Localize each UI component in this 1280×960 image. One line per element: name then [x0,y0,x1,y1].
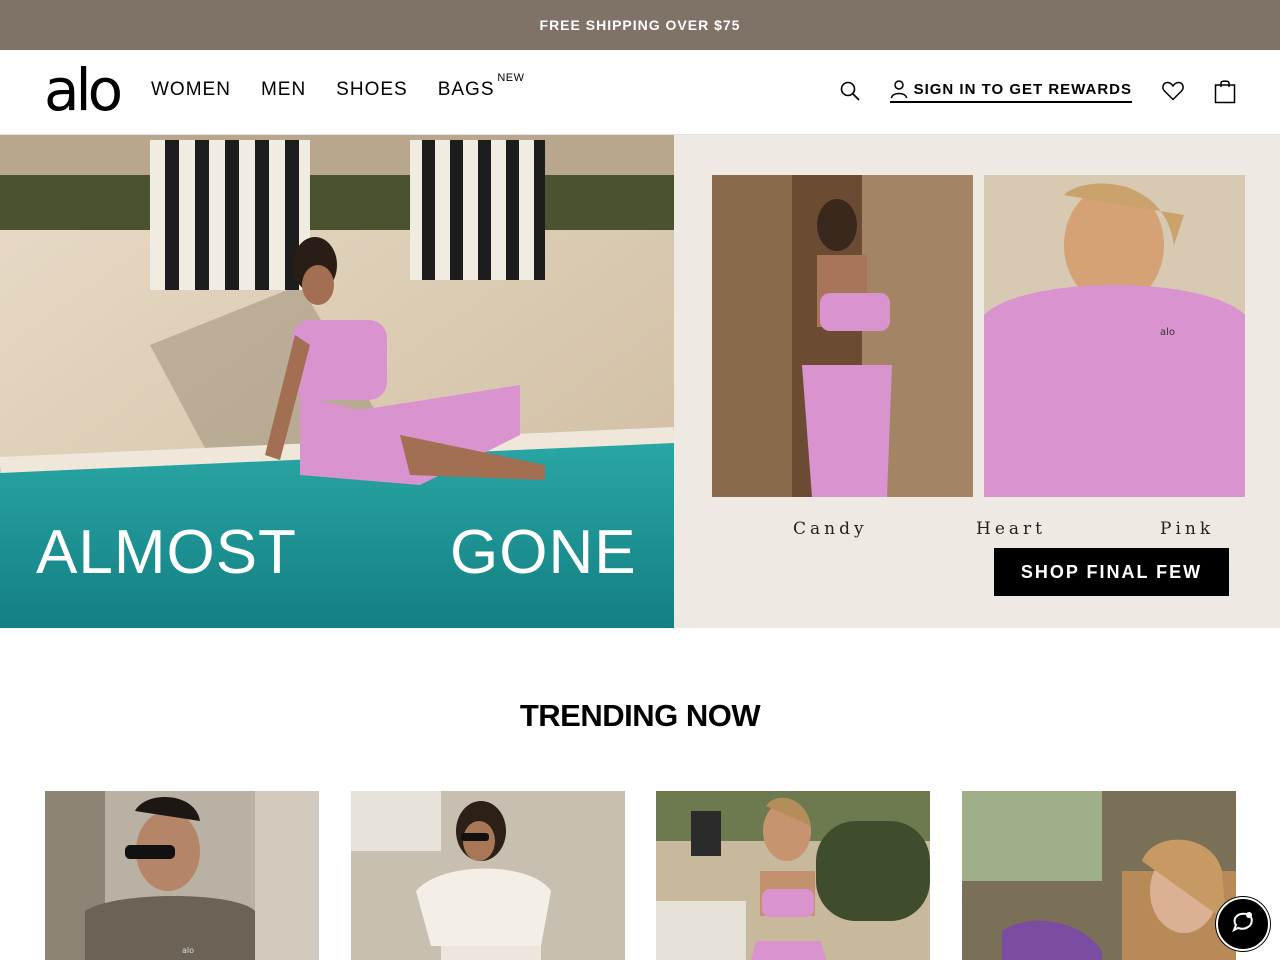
sign-in-link[interactable]: SIGN IN TO GET REWARDS [889,79,1132,103]
caption-heart: Heart [976,519,1046,539]
nav-item-men[interactable]: MEN [261,79,306,101]
brand-logo[interactable]: alo [44,61,123,119]
hero-headline-almost: ALMOST [36,518,297,587]
search-icon[interactable] [840,81,860,101]
product-card-2[interactable] [351,791,625,960]
product-card-4[interactable] [962,791,1236,960]
hero-pool-image: ALMOST GONE [0,135,674,628]
caption-pink: Pink [1160,519,1215,539]
shopping-bag-icon[interactable] [1214,78,1236,104]
hoodie-logo: alo [182,946,194,955]
site-header: alo WOMEN MEN SHOES BAGS NEW SIGN IN TO … [0,50,1280,135]
hero-headline-gone: GONE [450,518,637,587]
hero-photo-candy [712,175,973,497]
product-card-1[interactable]: alo [45,791,319,960]
section-title-trending: TRENDING NOW [519,698,761,733]
new-badge: NEW [497,72,525,84]
nav-item-shoes[interactable]: SHOES [336,79,408,101]
nav-item-women[interactable]: WOMEN [151,79,231,101]
promo-banner[interactable]: FREE SHIPPING OVER $75 [0,0,1280,50]
heart-icon[interactable] [1162,81,1184,101]
main-nav: WOMEN MEN SHOES BAGS NEW [151,72,524,101]
product-card-3[interactable] [656,791,930,960]
hero-photo-heart: alo [984,175,1245,497]
hero-collage: alo Candy Heart Pink SHOP FINAL FEW [674,135,1280,628]
sign-in-label: SIGN IN TO GET REWARDS [913,80,1132,98]
nav-item-bags-label: BAGS [437,79,495,100]
chat-button[interactable] [1216,897,1270,951]
hero-banner[interactable]: ALMOST GONE alo Candy Heart Pink SHOP FI… [0,135,1280,628]
sweatshirt-logo: alo [1160,327,1175,338]
nav-item-bags[interactable]: BAGS NEW [437,72,524,101]
caption-candy: Candy [793,519,868,539]
user-icon [890,79,908,99]
chat-icon [1231,911,1255,938]
header-actions: SIGN IN TO GET REWARDS [840,76,1236,106]
shop-final-few-button[interactable]: SHOP FINAL FEW [994,548,1229,596]
promo-text: FREE SHIPPING OVER $75 [539,17,741,33]
